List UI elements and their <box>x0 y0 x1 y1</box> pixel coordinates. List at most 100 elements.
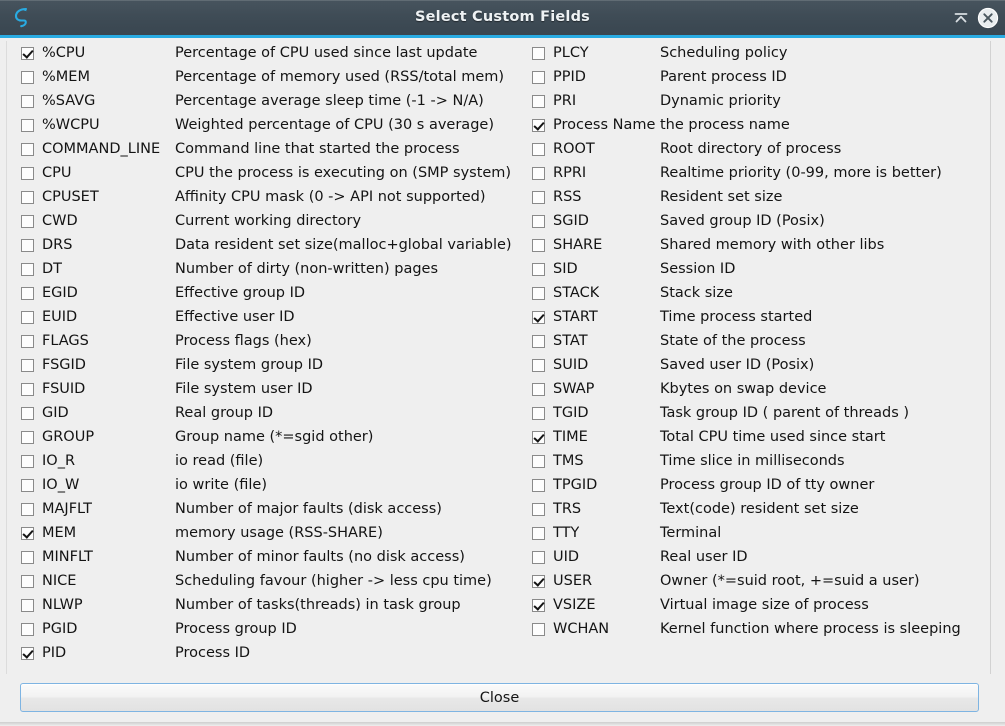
field-row[interactable]: SID Session ID <box>532 257 987 281</box>
checkbox--savg[interactable] <box>21 94 34 108</box>
field-row[interactable]: RPRI Realtime priority (0-99, more is bet… <box>532 161 987 185</box>
checkbox-cwd[interactable] <box>21 214 34 228</box>
field-row[interactable]: PRI Dynamic priority <box>532 89 987 113</box>
window-shade-icon[interactable] <box>950 7 972 29</box>
field-row[interactable]: TPGID Process group ID of tty owner <box>532 473 987 497</box>
field-row[interactable]: SUID Saved user ID (Posix) <box>532 353 987 377</box>
checkbox-nice[interactable] <box>21 574 34 588</box>
field-row[interactable]: WCHAN Kernel function where process is sl… <box>532 617 987 641</box>
checkbox-sgid[interactable] <box>532 214 545 228</box>
field-row[interactable]: ROOT Root directory of process <box>532 137 987 161</box>
checkbox-suid[interactable] <box>532 358 545 372</box>
checkbox-tpgid[interactable] <box>532 478 545 492</box>
field-row[interactable]: PPID Parent process ID <box>532 65 987 89</box>
field-row[interactable]: SHARE Shared memory with other libs <box>532 233 987 257</box>
title-bar[interactable]: Select Custom Fields <box>0 0 1005 38</box>
field-row[interactable]: EGID Effective group ID <box>21 281 521 305</box>
checkbox-sid[interactable] <box>532 262 545 276</box>
field-row[interactable]: DT Number of dirty (non-written) pages <box>21 257 521 281</box>
field-row[interactable]: CPU CPU the process is executing on (SMP … <box>21 161 521 185</box>
field-row[interactable]: %CPU Percentage of CPU used since last up… <box>21 41 521 65</box>
checkbox-mem[interactable] <box>21 526 34 540</box>
field-row[interactable]: SGID Saved group ID (Posix) <box>532 209 987 233</box>
checkbox-stat[interactable] <box>532 334 545 348</box>
field-row[interactable]: Process Name the process name <box>532 113 987 137</box>
checkbox-uid[interactable] <box>532 550 545 564</box>
checkbox-pid[interactable] <box>21 646 34 660</box>
checkbox-stack[interactable] <box>532 286 545 300</box>
checkbox-root[interactable] <box>532 142 545 156</box>
field-row[interactable]: TRS Text(code) resident set size <box>532 497 987 521</box>
checkbox--mem[interactable] <box>21 70 34 84</box>
field-row[interactable]: TMS Time slice in milliseconds <box>532 449 987 473</box>
field-row[interactable]: %MEM Percentage of memory used (RSS/total… <box>21 65 521 89</box>
field-row[interactable]: DRS Data resident set size(malloc+global … <box>21 233 521 257</box>
field-row[interactable]: %SAVG Percentage average sleep time (-1 -… <box>21 89 521 113</box>
checkbox-user[interactable] <box>532 574 545 588</box>
field-row[interactable]: START Time process started <box>532 305 987 329</box>
field-row[interactable]: TTY Terminal <box>532 521 987 545</box>
checkbox-drs[interactable] <box>21 238 34 252</box>
field-row[interactable]: GROUP Group name (*=sgid other) <box>21 425 521 449</box>
checkbox-swap[interactable] <box>532 382 545 396</box>
checkbox-vsize[interactable] <box>532 598 545 612</box>
field-row[interactable]: VSIZE Virtual image size of process <box>532 593 987 617</box>
checkbox-dt[interactable] <box>21 262 34 276</box>
field-row[interactable]: RSS Resident set size <box>532 185 987 209</box>
checkbox-fsuid[interactable] <box>21 382 34 396</box>
checkbox-euid[interactable] <box>21 310 34 324</box>
checkbox-time[interactable] <box>532 430 545 444</box>
checkbox-minflt[interactable] <box>21 550 34 564</box>
checkbox-cpuset[interactable] <box>21 190 34 204</box>
field-row[interactable]: CWD Current working directory <box>21 209 521 233</box>
checkbox-rpri[interactable] <box>532 166 545 180</box>
field-row[interactable]: USER Owner (*=suid root, +=suid a user) <box>532 569 987 593</box>
checkbox-fsgid[interactable] <box>21 358 34 372</box>
field-row[interactable]: TGID Task group ID ( parent of threads ) <box>532 401 987 425</box>
checkbox--cpu[interactable] <box>21 46 34 60</box>
field-row[interactable]: MEM memory usage (RSS-SHARE) <box>21 521 521 545</box>
field-row[interactable]: SWAP Kbytes on swap device <box>532 377 987 401</box>
checkbox-tty[interactable] <box>532 526 545 540</box>
field-row[interactable]: TIME Total CPU time used since start <box>532 425 987 449</box>
field-row[interactable]: COMMAND_LINE Command line that started th… <box>21 137 521 161</box>
field-row[interactable]: NICE Scheduling favour (higher -> less cp… <box>21 569 521 593</box>
field-row[interactable]: NLWP Number of tasks(threads) in task gro… <box>21 593 521 617</box>
field-row[interactable]: PLCY Scheduling policy <box>532 41 987 65</box>
checkbox-plcy[interactable] <box>532 46 545 60</box>
checkbox-gid[interactable] <box>21 406 34 420</box>
field-row[interactable]: IO_R io read (file) <box>21 449 521 473</box>
checkbox-share[interactable] <box>532 238 545 252</box>
field-row[interactable]: PID Process ID <box>21 641 521 665</box>
field-row[interactable]: CPUSET Affinity CPU mask (0 -> API not su… <box>21 185 521 209</box>
field-row[interactable]: GID Real group ID <box>21 401 521 425</box>
field-row[interactable]: FSGID File system group ID <box>21 353 521 377</box>
field-row[interactable]: %WCPU Weighted percentage of CPU (30 s av… <box>21 113 521 137</box>
checkbox-cpu[interactable] <box>21 166 34 180</box>
checkbox-nlwp[interactable] <box>21 598 34 612</box>
checkbox-io-w[interactable] <box>21 478 34 492</box>
checkbox-wchan[interactable] <box>532 622 545 636</box>
field-row[interactable]: STACK Stack size <box>532 281 987 305</box>
field-row[interactable]: FLAGS Process flags (hex) <box>21 329 521 353</box>
checkbox-start[interactable] <box>532 310 545 324</box>
field-row[interactable]: EUID Effective user ID <box>21 305 521 329</box>
checkbox--wcpu[interactable] <box>21 118 34 132</box>
checkbox-tgid[interactable] <box>532 406 545 420</box>
checkbox-rss[interactable] <box>532 190 545 204</box>
close-circle-icon[interactable] <box>977 7 999 29</box>
field-row[interactable]: MAJFLT Number of major faults (disk acces… <box>21 497 521 521</box>
field-row[interactable]: IO_W io write (file) <box>21 473 521 497</box>
checkbox-ppid[interactable] <box>532 70 545 84</box>
checkbox-process-name[interactable] <box>532 118 545 132</box>
checkbox-trs[interactable] <box>532 502 545 516</box>
field-row[interactable]: MINFLT Number of minor faults (no disk ac… <box>21 545 521 569</box>
checkbox-group[interactable] <box>21 430 34 444</box>
close-button[interactable]: Close <box>20 683 979 712</box>
checkbox-egid[interactable] <box>21 286 34 300</box>
checkbox-tms[interactable] <box>532 454 545 468</box>
field-row[interactable]: STAT State of the process <box>532 329 987 353</box>
checkbox-majflt[interactable] <box>21 502 34 516</box>
checkbox-pgid[interactable] <box>21 622 34 636</box>
field-row[interactable]: UID Real user ID <box>532 545 987 569</box>
